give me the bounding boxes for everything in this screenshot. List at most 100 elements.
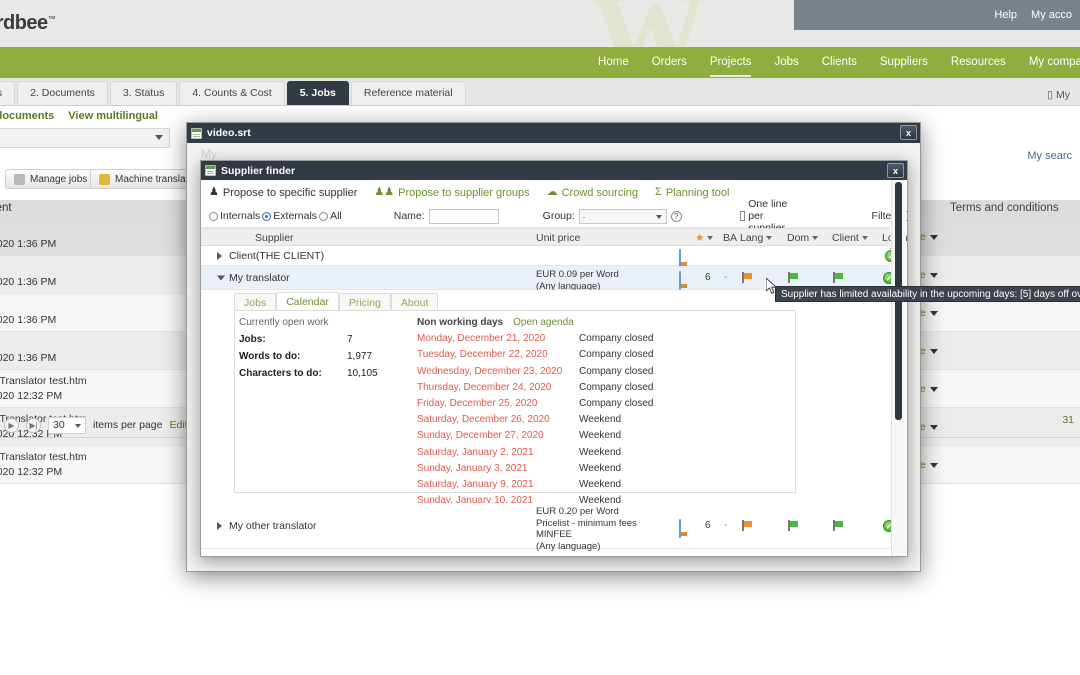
watermark-logo: W [590,0,708,47]
group-label: Group: [542,210,575,222]
expand-icon[interactable] [217,251,222,260]
chevron-down-icon [707,236,714,241]
nav-item-jobs[interactable]: Jobs [774,48,798,77]
supplier-name[interactable]: My translator [229,272,290,284]
nav-item-resources[interactable]: Resources [951,48,1006,77]
project-tab-gs[interactable]: gs [0,81,16,105]
supplier-finder-titlebar[interactable]: Supplier finder x [201,161,907,180]
main-navigation: in Home Orders Projects Jobs Clients Supplier… [0,47,1080,78]
action-propose-to-supplier-groups[interactable]: ♟♟ Propose to supplier groups [374,187,529,199]
project-tab-2-documents[interactable]: 2. Documents [17,81,108,105]
document-date: /2020 1:36 PM [0,276,57,288]
col-lang[interactable]: Lang [740,232,773,244]
project-tab-strip: gs2. Documents3. Status4. Counts & Cost5… [0,78,1080,106]
project-tab-reference-material[interactable]: Reference material [350,81,466,105]
pricelist-icon[interactable] [679,519,681,538]
video-srt-title: video.srt [207,127,251,139]
last-page-button[interactable]: ▶| [26,417,41,433]
pricelist-icon[interactable] [679,271,681,290]
cloud-icon: ☁ [546,186,558,198]
collapse-icon[interactable] [217,275,225,280]
nav-item-home[interactable]: Home [598,48,629,77]
name-input[interactable] [428,208,499,224]
chevron-down-icon [812,236,819,241]
non-working-reason: Weekend [579,446,622,458]
action-crowd-sourcing[interactable]: ☁ Crowd sourcing [547,187,638,199]
non-working-reason: Company closed [579,381,654,393]
chevron-down-icon [766,236,773,241]
action-propose-to-specific-supplier[interactable]: ♟ Propose to specific supplier [209,187,357,199]
sublink-view-documents[interactable]: w documents [0,110,54,122]
nav-item-projects[interactable]: Projects [709,48,751,77]
col-supplier[interactable]: Supplier [255,232,294,244]
non-working-day-row: Wednesday, December 23, 2020 Company clos… [415,366,785,377]
col-ba[interactable]: BA [723,232,737,244]
next-page-button[interactable]: ▶ [4,417,19,433]
close-icon[interactable]: x [900,125,917,140]
my-search-link[interactable]: My searc [1027,150,1072,162]
project-tab-3-status[interactable]: 3. Status [109,81,178,105]
chevron-down-icon [929,310,938,316]
open-work-item: Characters to do: 10,105 [235,368,415,379]
non-working-day-row: Sunday, December 27, 2020 Weekend [415,430,785,441]
window-icon [191,127,202,139]
action-planning-tool[interactable]: Σ Planning tool [655,187,729,199]
radio-all[interactable]: All [319,210,342,222]
chevron-down-icon [929,234,938,240]
radio-all-label: All [330,210,342,222]
col-rating[interactable]: ★ [695,232,714,244]
brand-logo: ordbee™ [0,12,56,35]
radio-dot [262,211,272,221]
supplier-finder-body: ♟ Propose to specific supplier ♟♟ Propose t… [201,180,907,556]
supplier-finder-dialog: Supplier finder x ♟ Propose to specific s… [200,160,908,557]
expand-icon[interactable] [217,521,222,530]
name-filter: Name: [394,208,499,224]
open-agenda-link[interactable]: Open agenda [513,317,574,328]
supplier-table-header: Supplier Unit price ★ BA Lang Dom Client… [201,228,907,253]
sublink-view-multilingual[interactable]: View multilingual [68,110,158,122]
help-icon[interactable]: ? [670,210,682,222]
radio-internals[interactable]: Internals [209,210,260,222]
video-srt-titlebar[interactable]: video.srt x [187,123,920,143]
terms-conditions-header: Terms and conditions [950,202,1059,214]
sub-links: w documents View multilingual [0,110,158,122]
non-working-reason: Weekend [579,478,622,490]
supplier-name[interactable]: My other translator [229,520,317,532]
non-working-date: Tuesday, December 22, 2020 [417,349,548,361]
status-filter-select[interactable]: tus [0,128,170,148]
non-working-days-list: Monday, December 21, 2020 Company closed T… [415,333,785,506]
action-label: Propose to specific supplier [222,186,358,199]
radio-dot [209,211,218,221]
radio-externals[interactable]: Externals [262,210,317,222]
open-work-key: Jobs: [239,334,266,345]
group-select[interactable]: . [578,208,667,224]
non-working-day-row: Saturday, December 26, 2020 Weekend [415,414,785,425]
project-tab-5-jobs[interactable]: 5. Jobs [286,81,349,105]
nav-items: Home Orders Projects Jobs Clients Suppliers Re… [598,47,1080,78]
nav-item-orders[interactable]: Orders [652,48,687,77]
close-icon[interactable]: x [887,163,904,178]
non-working-date: Wednesday, December 23, 2020 [417,365,563,377]
page-size-value: 30 [53,418,65,431]
nav-item-suppliers[interactable]: Suppliers [880,48,928,77]
supplier-row-client[interactable]: Client(THE CLIENT) ✓ Select [201,246,897,268]
nav-item-clients[interactable]: Clients [822,48,857,77]
col-dom[interactable]: Dom [787,232,819,244]
supplier-filter-bar: Internals Externals All Name: Group: . ?… [201,198,907,234]
help-link[interactable]: Help [994,9,1017,21]
chevron-down-icon [655,214,662,219]
chevron-down-icon [75,423,81,428]
open-work-item: Jobs: 7 [235,334,415,345]
project-tab-4-counts-cost[interactable]: 4. Counts & Cost [179,81,285,105]
vertical-scrollbar[interactable] [891,180,906,556]
supplier-name[interactable]: Client(THE CLIENT) [229,250,324,262]
robot-icon [99,173,110,185]
nav-item-my-company[interactable]: My company [1029,48,1080,77]
col-client[interactable]: Client [832,232,868,244]
non-working-date: Monday, December 21, 2020 [417,333,546,345]
col-unit-price[interactable]: Unit price [536,232,580,244]
page-size-select[interactable]: 30 [48,416,86,434]
my-account-link[interactable]: My acco [1031,9,1072,21]
non-working-reason: Company closed [579,365,654,377]
supplier-row-my-other-translator[interactable]: My other translator EUR 0.20 per Word Pri… [201,503,895,552]
